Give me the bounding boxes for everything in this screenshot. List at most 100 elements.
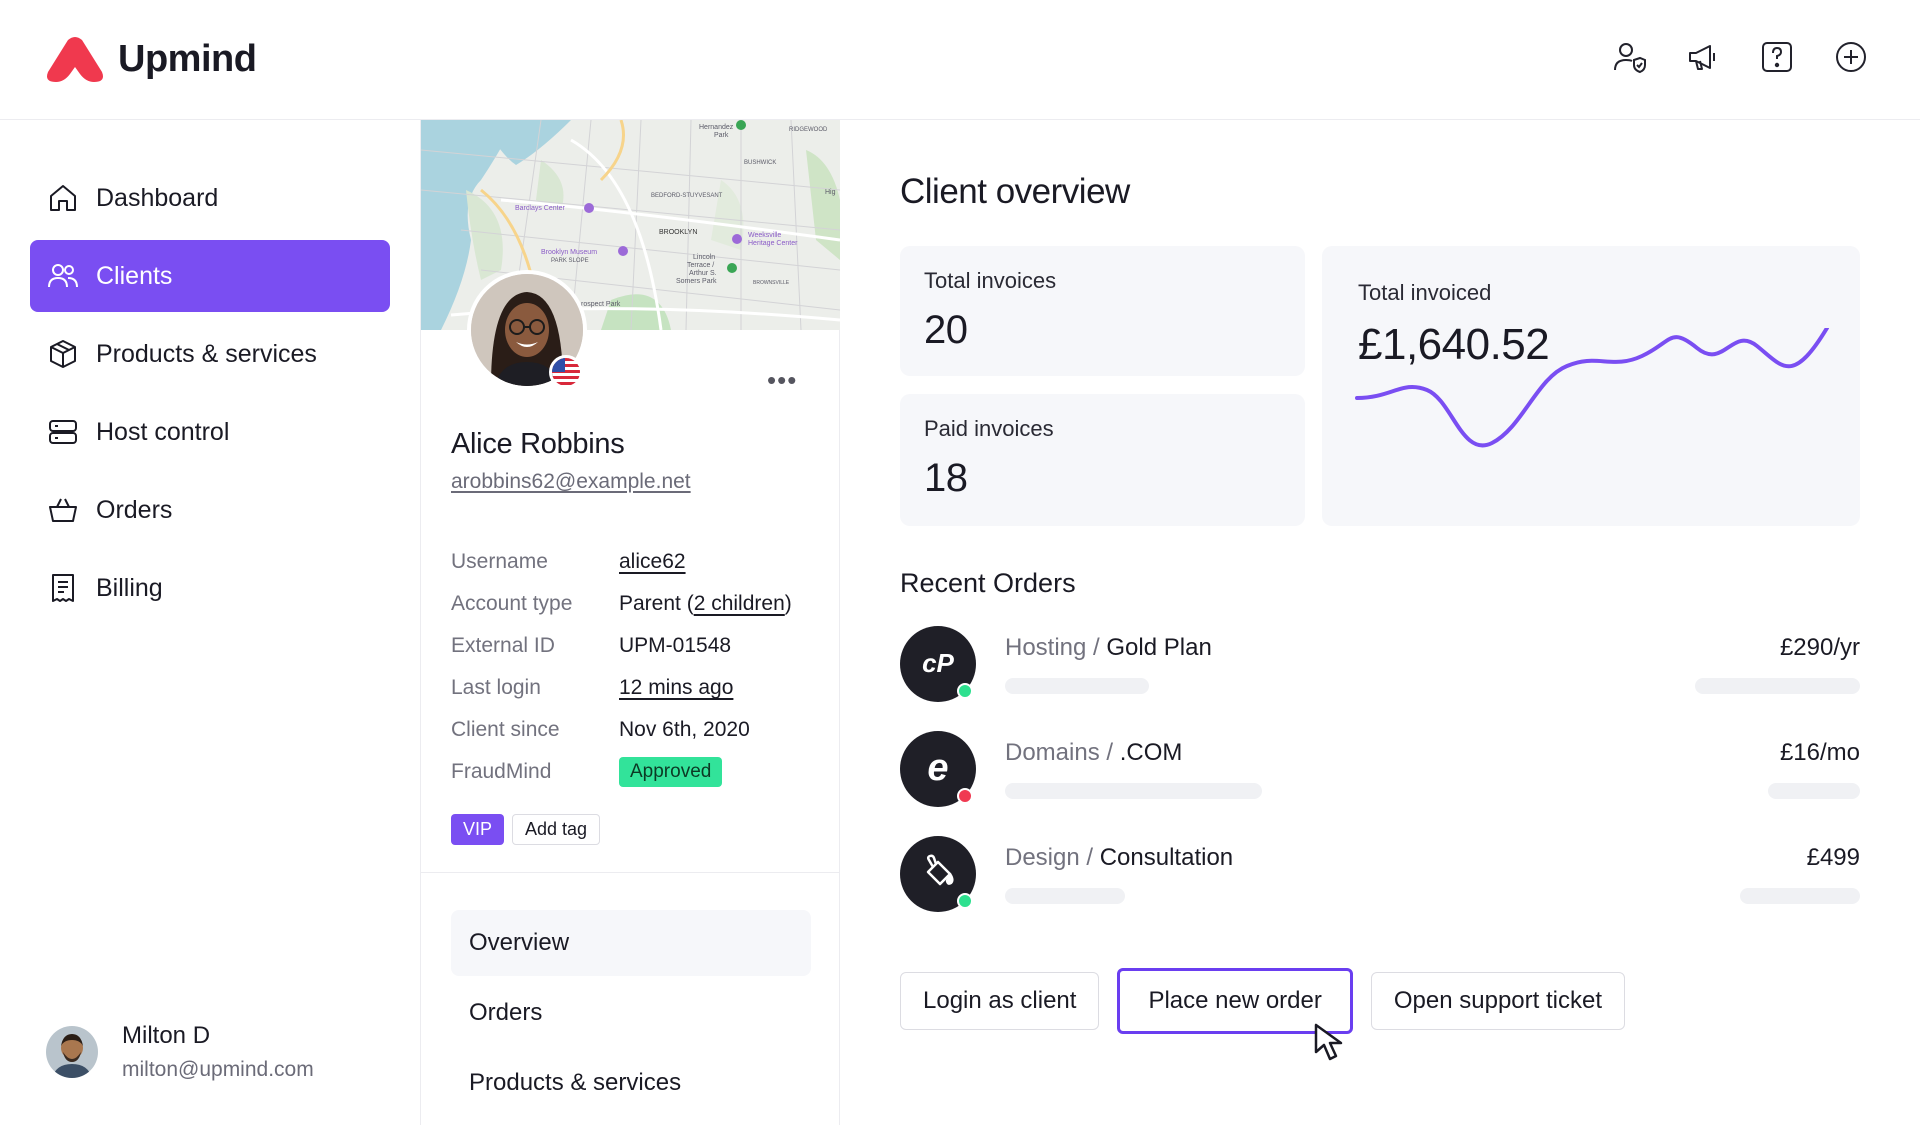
client-subnav: Overview Orders Products & services [451, 910, 811, 1120]
home-icon [46, 181, 80, 215]
children-link[interactable]: 2 children [694, 592, 785, 615]
tag-vip[interactable]: VIP [451, 814, 505, 845]
user-name: Milton D [122, 1022, 211, 1049]
client-since-value: Nov 6th, 2020 [619, 718, 750, 741]
subnav-orders[interactable]: Orders [451, 980, 811, 1046]
subnav-overview[interactable]: Overview [451, 910, 811, 976]
order-category: Domains / [1005, 739, 1114, 766]
plus-circle-icon[interactable] [1834, 40, 1868, 74]
map-label: Weeksville [748, 232, 781, 239]
client-email-link[interactable]: arobbins62@example.net [451, 470, 691, 494]
map-label: PARK SLOPE [551, 258, 589, 264]
map-label: Arthur S. [689, 270, 717, 277]
sidebar-item-label: Orders [96, 495, 173, 524]
stat-value: 18 [924, 456, 968, 500]
order-name: Gold Plan [1106, 634, 1212, 661]
open-support-ticket-button[interactable]: Open support ticket [1370, 972, 1625, 1030]
status-badge: Approved [619, 757, 723, 787]
skeleton-line [1740, 888, 1860, 904]
account-type-value: Parent (2 children) [619, 592, 792, 616]
detail-label: FraudMind [451, 760, 552, 783]
detail-row-username: Username alice62 [451, 541, 821, 583]
help-icon[interactable] [1760, 40, 1794, 74]
list-item[interactable]: Design / Consultation £499 [900, 836, 1860, 941]
svg-text:cP: cP [922, 648, 954, 678]
sidebar-item-dashboard[interactable]: Dashboard [30, 162, 390, 234]
sidebar-item-clients[interactable]: Clients [30, 240, 390, 312]
upmind-logo-icon [47, 36, 103, 82]
map-label: rospect Park [581, 301, 621, 308]
detail-row-fraudmind: FraudMind Approved [451, 751, 821, 793]
recent-orders-title: Recent Orders [900, 568, 1076, 598]
map-label: Hig [825, 189, 836, 196]
skeleton-line [1005, 678, 1149, 694]
sidebar-item-orders[interactable]: Orders [30, 474, 390, 546]
subnav-products-services[interactable]: Products & services [451, 1050, 811, 1116]
skeleton-line [1695, 678, 1860, 694]
detail-row-client-since: Client since Nov 6th, 2020 [451, 709, 821, 751]
skeleton-line [1005, 888, 1125, 904]
account-type-prefix: Parent ( [619, 592, 694, 615]
map-label: Heritage Center [748, 240, 798, 247]
mouse-pointer-icon [1314, 1023, 1343, 1061]
order-name: Consultation [1099, 844, 1234, 871]
order-price: £499 [1806, 844, 1860, 871]
detail-label: Username [451, 550, 548, 573]
client-name: Alice Robbins [451, 428, 625, 460]
status-dot [957, 893, 973, 909]
map-label: Lincoln [693, 254, 715, 261]
server-icon [46, 415, 80, 449]
order-category: Hosting / [1005, 634, 1100, 661]
avatar [46, 1026, 98, 1078]
account-type-suffix: ) [784, 592, 792, 615]
detail-label: External ID [451, 634, 555, 657]
sidebar-item-host-control[interactable]: Host control [30, 396, 390, 468]
sidebar-item-label: Billing [96, 573, 163, 602]
client-actions: Login as client Place new order Open sup… [900, 968, 1625, 1034]
sidebar-item-products-services[interactable]: Products & services [30, 318, 390, 390]
top-bar: Upmind [0, 0, 1920, 120]
svg-text:e: e [927, 747, 948, 789]
detail-label: Last login [451, 676, 541, 699]
box-icon [46, 337, 80, 371]
map-label: Terrace / [687, 262, 714, 269]
more-options-button[interactable]: ••• [767, 367, 797, 393]
skeleton-line [1005, 783, 1262, 799]
sidebar-item-label: Products & services [96, 339, 317, 368]
login-as-client-button[interactable]: Login as client [900, 972, 1100, 1030]
total-invoiced-card[interactable]: Total invoiced £1,640.52 [1322, 246, 1860, 526]
map-label: BROOKLYN [659, 229, 697, 236]
basket-icon [46, 493, 80, 527]
sidebar: Dashboard Clients Products & services Ho… [0, 120, 420, 1125]
order-name: .COM [1119, 739, 1183, 766]
order-price: £16/mo [1779, 739, 1860, 766]
stat-label: Total invoiced [1358, 280, 1492, 305]
status-dot [957, 683, 973, 699]
brand-name: Upmind [118, 38, 257, 80]
stat-value: 20 [924, 308, 968, 352]
map-label: Somers Park [676, 278, 717, 285]
order-title: Design / Consultation [1005, 844, 1233, 872]
add-tag-button[interactable]: Add tag [512, 814, 601, 845]
username-link[interactable]: alice62 [619, 550, 686, 574]
user-shield-icon[interactable] [1612, 40, 1646, 74]
detail-label: Client since [451, 718, 560, 741]
sidebar-item-label: Clients [96, 261, 173, 290]
current-user[interactable]: Milton D milton@upmind.com [46, 1022, 314, 1082]
order-category: Design / [1005, 844, 1094, 871]
order-title: Hosting / Gold Plan [1005, 634, 1212, 662]
map-label: BROWNSVILLE [753, 280, 790, 286]
sidebar-item-label: Host control [96, 417, 230, 446]
last-login-link[interactable]: 12 mins ago [619, 676, 733, 700]
paid-invoices-card[interactable]: Paid invoices 18 [900, 394, 1305, 526]
external-id-value: UPM-01548 [619, 634, 732, 657]
list-item[interactable]: e Domains / .COM £16/mo [900, 731, 1860, 836]
megaphone-icon[interactable] [1686, 40, 1720, 74]
sidebar-item-billing[interactable]: Billing [30, 552, 390, 624]
total-invoices-card[interactable]: Total invoices 20 [900, 246, 1305, 376]
logo[interactable]: Upmind [46, 36, 257, 84]
client-details: Username alice62 Account type Parent (2 … [451, 541, 821, 793]
detail-row-last-login: Last login 12 mins ago [451, 667, 821, 709]
list-item[interactable]: cP Hosting / Gold Plan £290/yr [900, 626, 1860, 731]
detail-row-account-type: Account type Parent (2 children) [451, 583, 821, 625]
